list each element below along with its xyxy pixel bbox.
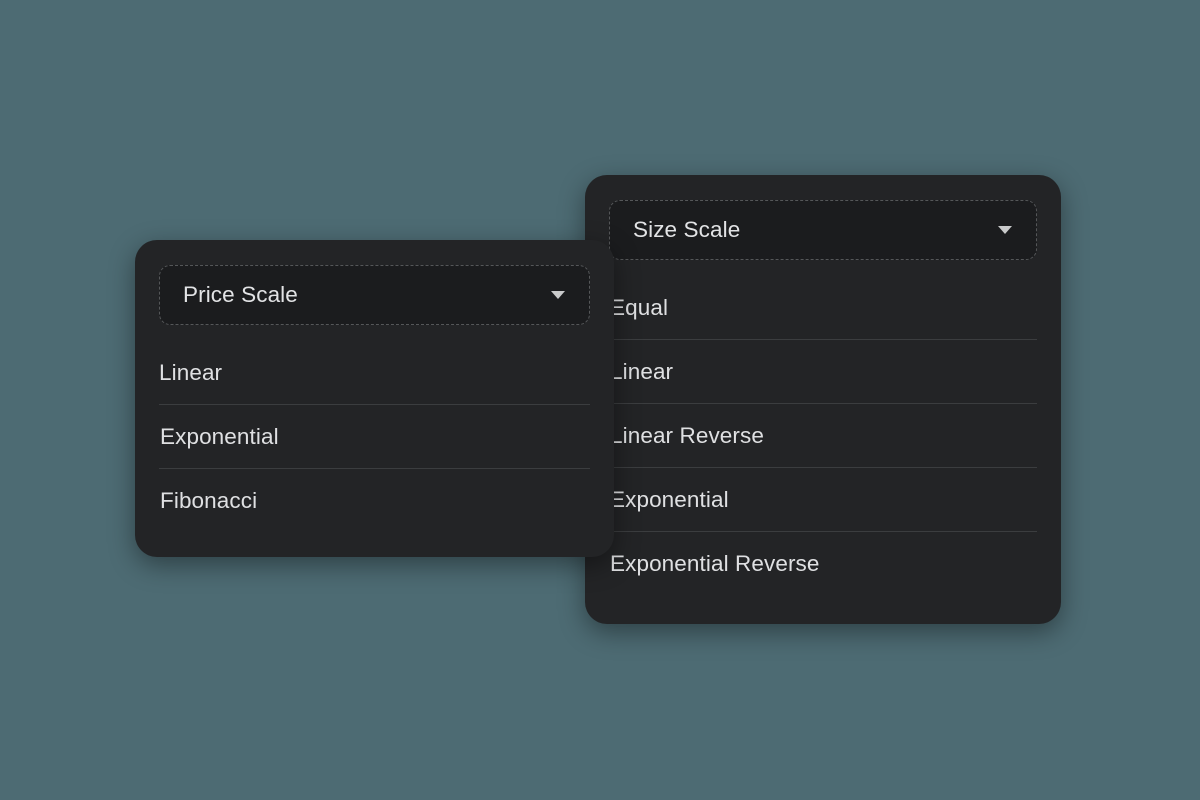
option-item-exponential[interactable]: Exponential (159, 405, 590, 469)
option-label: Equal (610, 294, 669, 320)
option-label: Exponential Reverse (610, 551, 820, 576)
size-scale-dropdown-panel: Size Scale Equal Linear Linear Reverse E… (585, 175, 1061, 624)
size-scale-option-list: Equal Linear Linear Reverse Exponential … (609, 276, 1037, 596)
option-label: Linear Reverse (610, 422, 764, 448)
size-scale-panel-inner: Size Scale Equal Linear Linear Reverse E… (585, 175, 1061, 618)
option-item-equal[interactable]: Equal (609, 276, 1037, 340)
option-item-fibonacci[interactable]: Fibonacci (159, 469, 590, 533)
option-item-linear[interactable]: Linear (609, 340, 1037, 404)
chevron-down-icon[interactable] (998, 226, 1012, 234)
size-scale-selected-label: Size Scale (633, 216, 741, 242)
option-label: Exponential (610, 486, 729, 512)
price-scale-select[interactable]: Price Scale (159, 265, 590, 325)
screen-canvas: Size Scale Equal Linear Linear Reverse E… (0, 0, 1200, 800)
size-scale-select[interactable]: Size Scale (609, 200, 1037, 260)
option-item-linear[interactable]: Linear (159, 341, 590, 405)
price-scale-option-list: Linear Exponential Fibonacci (159, 341, 590, 533)
option-item-exponential-reverse[interactable]: Exponential Reverse (609, 532, 1037, 596)
chevron-down-icon[interactable] (551, 291, 565, 299)
option-label: Fibonacci (160, 488, 258, 513)
option-label: Linear (610, 358, 674, 384)
option-item-linear-reverse[interactable]: Linear Reverse (609, 404, 1037, 468)
price-scale-selected-label: Price Scale (183, 281, 298, 307)
price-scale-dropdown-panel: Price Scale Linear Exponential Fibonacci (135, 240, 614, 557)
price-scale-panel-inner: Price Scale Linear Exponential Fibonacci (135, 240, 614, 555)
option-label: Linear (159, 359, 223, 385)
option-item-exponential[interactable]: Exponential (609, 468, 1037, 532)
option-label: Exponential (160, 423, 279, 449)
